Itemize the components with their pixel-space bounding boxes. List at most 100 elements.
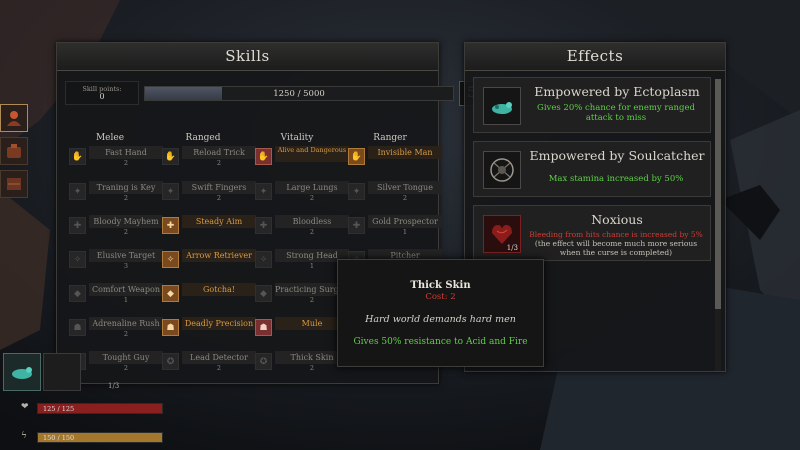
effect-soulcatcher[interactable]: Empowered by Soulcatcher Max stamina inc… <box>473 141 711 197</box>
skill-tooltip: Thick Skin Cost: 2 Hard world demands ha… <box>337 259 544 367</box>
heart-icon: ❤ <box>21 402 29 412</box>
skill-name: Large Lungs <box>275 181 349 194</box>
stamina-bar: 150 / 150 <box>37 432 163 443</box>
skill-name: Tought Guy <box>89 351 163 364</box>
skill-name: Steady Aim <box>182 215 256 228</box>
effect-noxious[interactable]: 1/3 Noxious Bleeding from hits chance is… <box>473 205 711 261</box>
skill-rank: 2 <box>123 194 129 202</box>
skill-icon: ◆ <box>255 285 272 302</box>
skill-slot[interactable]: ✧ Strong Head 1 <box>255 249 349 271</box>
skill-slot[interactable]: ✦ Silver Tongue 2 <box>348 181 442 203</box>
hud-stack-counter: 1/3 <box>108 382 120 390</box>
soulcatcher-icon <box>483 151 521 189</box>
effect-description-note: (the effect will become much more seriou… <box>534 239 698 257</box>
tooltip-flavor-text: Hard world demands hard men <box>365 314 516 325</box>
skill-rank: 2 <box>216 364 222 372</box>
column-header-ranged: Ranged <box>185 133 221 143</box>
skill-slot[interactable]: ✋ Alive and Dangerous <box>255 146 349 168</box>
skill-slot[interactable]: ✪ Lead Detector 2 <box>162 351 256 373</box>
experience-text: 1250 / 5000 <box>273 89 325 99</box>
quickslot-2[interactable] <box>43 353 81 391</box>
skill-name: Bloodless <box>275 215 349 228</box>
skill-icon: ✋ <box>162 148 179 165</box>
skill-icon: ✧ <box>69 251 86 268</box>
skill-slot[interactable]: ✦ Swift Fingers 2 <box>162 181 256 203</box>
skill-icon: ✋ <box>69 148 86 165</box>
skill-icon: ✧ <box>162 251 179 268</box>
effect-stack-counter: 1/3 <box>506 244 518 252</box>
skill-rank: 2 <box>402 194 408 202</box>
health-bar: 125 / 125 <box>37 403 163 414</box>
skill-slot[interactable]: ✚ Bloody Mayhem 2 <box>69 215 163 237</box>
skill-name: Gotcha! <box>182 283 256 296</box>
skill-slot[interactable]: ◆ Practicing Surgery 2 <box>255 283 349 305</box>
skill-rank: 2 <box>309 228 315 236</box>
skill-icon: ✦ <box>255 183 272 200</box>
side-menu-character-button[interactable] <box>0 104 28 132</box>
skill-icon: ✪ <box>162 353 179 370</box>
skill-icon: ✚ <box>255 217 272 234</box>
skill-name: Lead Detector <box>182 351 256 364</box>
tooltip-cost: Cost: 2 <box>425 292 456 302</box>
skill-slot[interactable]: ☗ Adrenaline Rush 2 <box>69 317 163 339</box>
skill-slot[interactable]: ✧ Elusive Target 3 <box>69 249 163 271</box>
skill-rank: 2 <box>123 330 129 338</box>
skill-slot[interactable]: ✪Tought Guy2 <box>69 351 163 373</box>
tooltip-title: Thick Skin <box>410 280 471 291</box>
skill-slot[interactable]: ✦ Traning is Key 2 <box>69 181 163 203</box>
stamina-lightning-icon: ϟ <box>21 431 27 441</box>
skill-slot[interactable]: ✪ Thick Skin 2 <box>255 351 349 373</box>
skill-icon: ✧ <box>255 251 272 268</box>
effect-description: Max stamina increased by 50% <box>548 174 684 184</box>
ectoplasm-slug-icon <box>12 367 32 379</box>
skill-name: Adrenaline Rush <box>89 317 163 330</box>
tooltip-effect: Gives 50% resistance to Acid and Fire <box>353 337 528 347</box>
skill-slot[interactable]: ✚ Gold Prospector 1 <box>348 215 442 237</box>
skill-icon: ☗ <box>69 319 86 336</box>
skill-icon: ✦ <box>69 183 86 200</box>
skill-slot[interactable]: ✚ Bloodless 2 <box>255 215 349 237</box>
effects-scrollbar[interactable] <box>715 79 721 371</box>
effect-title: Noxious <box>591 212 643 227</box>
skill-slot[interactable]: ✋ Fast Hand 2 <box>69 146 163 168</box>
skill-slot[interactable]: ◆ Gotcha! <box>162 283 256 305</box>
side-menu-inventory-button[interactable] <box>0 137 28 165</box>
skill-name: Comfort Weapon <box>89 283 163 296</box>
skill-rank: 2 <box>123 159 129 167</box>
skill-name: Swift Fingers <box>182 181 256 194</box>
side-menu-crafting-button[interactable] <box>0 170 28 198</box>
character-icon <box>7 111 21 126</box>
skill-slot[interactable]: ☗ Deadly Precision <box>162 317 256 339</box>
skill-rank: 2 <box>216 159 222 167</box>
effect-ectoplasm[interactable]: Empowered by Ectoplasm Gives 20% chance … <box>473 77 711 133</box>
skill-name: Fast Hand <box>89 146 163 159</box>
skill-icon: ✚ <box>162 217 179 234</box>
quickslot-ectoplasm[interactable] <box>3 353 41 391</box>
skill-rank: 1 <box>123 296 129 304</box>
skill-slot[interactable]: ✋ Invisible Man <box>348 146 442 168</box>
skill-slot[interactable]: ✧ Arrow Retriever <box>162 249 256 271</box>
skill-icon: ☗ <box>162 319 179 336</box>
effects-scrollbar-thumb[interactable] <box>715 79 721 309</box>
skill-name: Bloody Mayhem <box>89 215 163 228</box>
skill-icon: ✚ <box>348 217 365 234</box>
effect-title: Empowered by Soulcatcher <box>529 148 705 163</box>
skill-icon: ✦ <box>162 183 179 200</box>
skill-rank: 2 <box>309 194 315 202</box>
skill-slot[interactable]: ✚ Steady Aim <box>162 215 256 237</box>
effect-title: Empowered by Ectoplasm <box>534 84 700 99</box>
experience-bar: 1250 / 5000 <box>144 86 454 101</box>
skill-name: Elusive Target <box>89 249 163 262</box>
skill-slot[interactable]: ✋ Reload Trick 2 <box>162 146 256 168</box>
health-text: 125 / 125 <box>43 405 75 413</box>
skill-slot[interactable]: ✦ Large Lungs 2 <box>255 181 349 203</box>
skill-name: Silver Tongue <box>368 181 442 194</box>
skill-rank: 2 <box>123 364 129 372</box>
skill-slot[interactable]: ☗ Mule <box>255 317 349 339</box>
skill-rank: 2 <box>216 194 222 202</box>
skill-icon: ✦ <box>348 183 365 200</box>
skill-points-value: 0 <box>99 92 105 101</box>
skill-slot[interactable]: ◆ Comfort Weapon 1 <box>69 283 163 305</box>
skill-name: Reload Trick <box>182 146 256 159</box>
skill-icon: ✚ <box>69 217 86 234</box>
